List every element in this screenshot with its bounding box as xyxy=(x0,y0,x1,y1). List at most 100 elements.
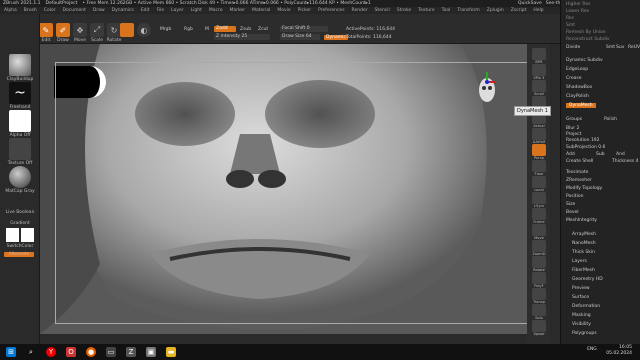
palette-item-position[interactable]: Position xyxy=(566,194,584,199)
palette-item-thickness-4[interactable]: Thickness 4 xyxy=(612,159,639,164)
palette-top-item[interactable]: Remesh By Union xyxy=(566,30,606,35)
terminal-icon[interactable]: ▭ xyxy=(106,347,116,357)
palette-item-preview[interactable]: Preview xyxy=(572,286,590,291)
gyro-head-icon[interactable] xyxy=(476,72,498,106)
dynamic-button[interactable]: Dynamic xyxy=(324,35,348,40)
menu-material[interactable]: Material xyxy=(252,8,270,13)
menu-transform[interactable]: Transform xyxy=(457,8,479,13)
palette-item-divide[interactable]: Divide xyxy=(566,45,580,50)
scale-button[interactable]: ⤢ Scale xyxy=(89,23,105,43)
folder-icon[interactable]: ▬ xyxy=(166,347,176,357)
palette-item-bevel[interactable]: Bevel xyxy=(566,210,579,215)
shelf-zoomd-button[interactable]: ZoomD xyxy=(530,240,548,256)
palette-item-groups[interactable]: Groups xyxy=(566,117,582,122)
palette-top-item[interactable]: Rec xyxy=(566,16,574,21)
material-picker[interactable]: MatCap Gray xyxy=(4,166,36,194)
shelf-frame-button[interactable]: Frame xyxy=(530,208,548,224)
shelf-lsym-button[interactable]: LSym xyxy=(530,192,548,208)
palette-item-and[interactable]: And xyxy=(616,152,625,157)
palette-item-thick-skin[interactable]: Thick Skin xyxy=(572,250,595,255)
palette-top-item[interactable]: Lower Res xyxy=(566,9,589,14)
palette-item-modify-topology[interactable]: Modify Topology xyxy=(566,186,602,191)
menu-file[interactable]: File xyxy=(157,8,165,13)
shelf-persp-button[interactable]: Persp xyxy=(530,144,548,160)
palette-item-subprojection-0-6[interactable]: SubProjection 0.6 xyxy=(566,145,605,150)
shelf-transp-button[interactable]: Transp xyxy=(530,288,548,304)
palette-item-tessimate[interactable]: Tessimate xyxy=(566,170,588,175)
palette-item-crease[interactable]: Crease xyxy=(566,76,582,81)
menu-document[interactable]: Document xyxy=(63,8,86,13)
palette-top-item[interactable]: Smt xyxy=(566,23,575,28)
palette-item-claypolish[interactable]: ClayPolish xyxy=(566,94,589,99)
palette-item-meshintegrity[interactable]: MeshIntegrity xyxy=(566,218,597,223)
switch-color-button[interactable]: SwitchColor xyxy=(4,244,36,249)
menu-zscript[interactable]: Zscript xyxy=(511,8,527,13)
stroke-picker[interactable]: ~ Freehand xyxy=(4,82,36,110)
palette-item-zremesher[interactable]: ZRemesher xyxy=(566,178,592,183)
palette-item-resolution-192[interactable]: Resolution 192 xyxy=(566,138,600,143)
palette-item-visibility[interactable]: Visibility xyxy=(572,322,591,327)
move-button[interactable]: ✥ Move xyxy=(72,23,88,43)
palette-item-reuv[interactable]: ReUV xyxy=(628,45,640,50)
palette-item-geometry-hd[interactable]: Geometry HD xyxy=(572,277,603,282)
menu-macro[interactable]: Macro xyxy=(209,8,223,13)
menu-texture[interactable]: Texture xyxy=(418,8,434,13)
palette-item-add[interactable]: Add xyxy=(566,152,575,157)
edit-button[interactable]: ✎ Edit xyxy=(38,23,54,43)
palette-item-polish[interactable]: Polish xyxy=(604,117,617,122)
palette-item-suv[interactable]: Suv xyxy=(616,45,624,50)
palette-item-arraymesh[interactable]: ArrayMesh xyxy=(572,232,596,237)
menu-stroke[interactable]: Stroke xyxy=(397,8,411,13)
palette-top-item[interactable]: Higher Res xyxy=(566,2,590,7)
menu-picker[interactable]: Picker xyxy=(298,8,311,13)
palette-item-nanomesh[interactable]: NanoMesh xyxy=(572,241,596,246)
menu-render[interactable]: Render xyxy=(352,8,368,13)
palette-item-sub[interactable]: Sub xyxy=(596,152,605,157)
rgb-button[interactable]: Rgb xyxy=(184,27,193,32)
menu-draw[interactable]: Draw xyxy=(93,8,105,13)
menu-edit[interactable]: Edit xyxy=(141,8,150,13)
shelf-scroll-button[interactable]: Scroll xyxy=(530,80,548,96)
yandex-icon[interactable]: Y xyxy=(46,347,56,357)
shelf-solo-button[interactable]: Solo xyxy=(530,304,548,320)
live-boolean-button[interactable]: Live Boolean xyxy=(4,210,36,215)
navigation-thumbnail[interactable] xyxy=(54,66,106,98)
zadd-button[interactable]: Zadd xyxy=(214,26,236,32)
shelf-xpose-button[interactable]: Xpose xyxy=(530,320,548,336)
shelf-spix-3-button[interactable]: SPix 3 xyxy=(530,64,548,80)
palette-item-dynamic-subdiv[interactable]: Dynamic Subdiv xyxy=(566,58,603,63)
start-icon[interactable]: ⊞ xyxy=(6,347,16,357)
menu-color[interactable]: Color xyxy=(44,8,56,13)
menu-movie[interactable]: Movie xyxy=(277,8,290,13)
zsub-button[interactable]: Zsub xyxy=(240,27,251,32)
menu-dynamics[interactable]: Dynamics xyxy=(112,8,134,13)
shelf-bpr-button[interactable]: BPR xyxy=(530,48,548,64)
brush-color-swatch[interactable] xyxy=(120,23,134,38)
palette-top-item[interactable]: Reconstruct Subdiv xyxy=(566,37,610,42)
palette-item-project[interactable]: Project xyxy=(566,132,581,137)
shelf-rotate-button[interactable]: Rotate xyxy=(530,256,548,272)
palette-item-dynamesh[interactable]: DynaMesh xyxy=(566,103,596,108)
menu-marker[interactable]: Marker xyxy=(230,8,246,13)
menu-help[interactable]: Help xyxy=(533,8,543,13)
menu-tool[interactable]: Tool xyxy=(442,8,451,13)
menu-alpha[interactable]: Alpha xyxy=(4,8,17,13)
palette-item-size[interactable]: Size xyxy=(566,202,575,207)
firefox-icon[interactable]: ● xyxy=(86,347,96,357)
zcut-button[interactable]: Zcut xyxy=(258,27,268,32)
zbrush-taskbar-icon[interactable]: Z xyxy=(126,347,136,357)
main-color[interactable] xyxy=(6,228,19,242)
app-icon[interactable]: ▣ xyxy=(146,347,156,357)
palette-item-blur-2[interactable]: Blur 2 xyxy=(566,126,579,131)
shelf-local-button[interactable]: Local xyxy=(530,176,548,192)
menu-layer[interactable]: Layer xyxy=(171,8,184,13)
alternate-button[interactable]: Alternate xyxy=(4,252,34,257)
language-indicator[interactable]: ENG xyxy=(587,347,597,352)
mrgb-icon-button[interactable]: ◐ xyxy=(136,23,152,38)
palette-item-polygroups[interactable]: Polygroups xyxy=(572,331,597,336)
search-icon[interactable]: ⌕ xyxy=(26,347,36,357)
palette-item-layers[interactable]: Layers xyxy=(572,259,587,264)
opera-icon[interactable]: O xyxy=(66,347,76,357)
menu-light[interactable]: Light xyxy=(191,8,202,13)
focal-shift-slider[interactable]: Focal Shift 0 xyxy=(280,26,328,32)
